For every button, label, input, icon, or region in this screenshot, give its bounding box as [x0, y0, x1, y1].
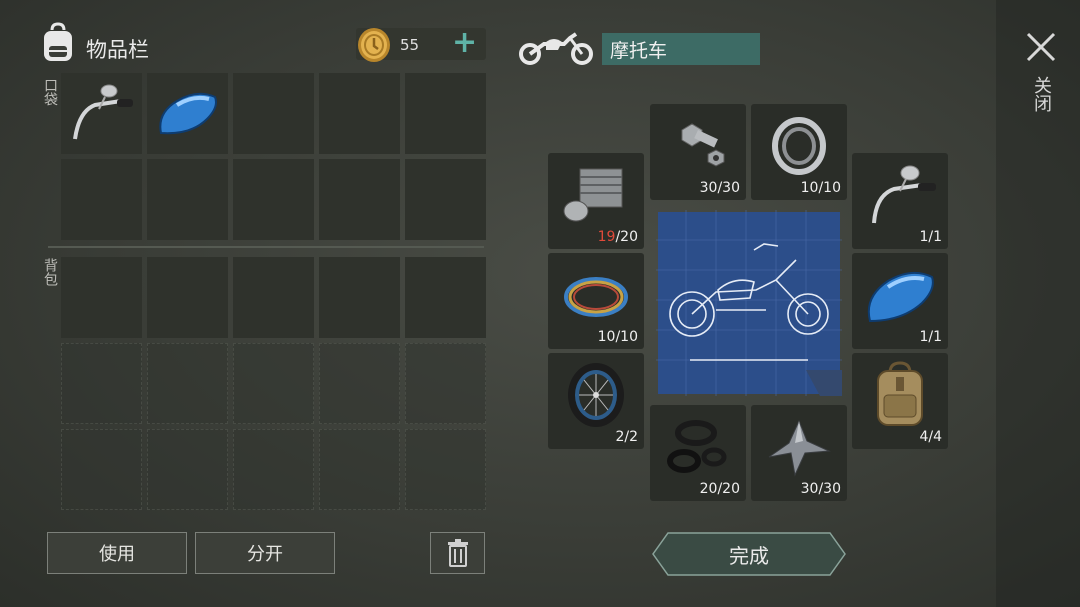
- part-need: 20: [722, 481, 740, 497]
- backpack-slot[interactable]: [147, 257, 228, 338]
- part-need: 20: [620, 229, 638, 245]
- done-label: 完成: [729, 543, 769, 568]
- locked-slot: [319, 429, 400, 510]
- locked-slot: [319, 343, 400, 424]
- backpack-label: 背包: [42, 258, 58, 286]
- vehicle-name-field[interactable]: [602, 33, 760, 65]
- locked-slot: [147, 429, 228, 510]
- part-slot-wheel[interactable]: 2/2: [548, 353, 644, 449]
- divider: [48, 246, 484, 248]
- handlebar-icon: [872, 165, 936, 224]
- use-button[interactable]: 使用: [47, 532, 187, 574]
- pocket-slot[interactable]: [233, 159, 314, 240]
- close-label[interactable]: 关闭: [1028, 76, 1054, 112]
- part-have: 20: [699, 481, 718, 497]
- locked-slot: [61, 343, 142, 424]
- part-need: 1: [933, 229, 942, 245]
- part-have: 2: [615, 429, 625, 445]
- part-slot-fuel-tank[interactable]: 1/1: [852, 253, 948, 349]
- part-need: 2: [629, 429, 638, 445]
- backpack-slot[interactable]: [61, 257, 142, 338]
- pocket-slot[interactable]: [319, 159, 400, 240]
- part-have: 19: [597, 229, 616, 245]
- wheel-icon: [568, 363, 624, 427]
- bearing-icon: [772, 117, 826, 175]
- part-have: 4: [919, 429, 929, 445]
- part-have: 30: [800, 481, 819, 497]
- locked-slot: [233, 429, 314, 510]
- backpack-slot[interactable]: [233, 257, 314, 338]
- motorcycle-icon: [519, 32, 593, 65]
- part-need: 30: [722, 180, 740, 196]
- fuel-tank-icon: [159, 92, 217, 135]
- add-coins-button[interactable]: +: [452, 28, 477, 58]
- pocket-slot[interactable]: [147, 73, 228, 154]
- backpack-slot[interactable]: [405, 257, 486, 338]
- fuel-tank-icon: [867, 271, 934, 323]
- wire-icon: [564, 277, 628, 317]
- locked-slot: [147, 343, 228, 424]
- coin-icon: [358, 28, 390, 62]
- coin-count: 55: [400, 36, 420, 54]
- pocket-slot[interactable]: [405, 159, 486, 240]
- part-have: 1: [919, 329, 929, 345]
- part-slot-metal-scrap[interactable]: 30/30: [751, 405, 847, 501]
- trash-icon: [447, 539, 468, 567]
- pocket-slot[interactable]: [61, 73, 142, 154]
- done-button-label-wrap[interactable]: 完成: [652, 532, 846, 576]
- split-button[interactable]: 分开: [195, 532, 335, 574]
- part-slot-engine[interactable]: 19/20: [548, 153, 644, 249]
- close-icon[interactable]: [1024, 30, 1058, 64]
- engine-icon: [563, 168, 623, 222]
- part-have: 1: [919, 229, 929, 245]
- part-slot-wires[interactable]: 10/10: [548, 253, 644, 349]
- pocket-slot[interactable]: [147, 159, 228, 240]
- part-need: 30: [823, 481, 841, 497]
- part-have: 10: [800, 180, 819, 196]
- backpack-slot[interactable]: [319, 257, 400, 338]
- metal-scrap-icon: [768, 419, 831, 477]
- motorcycle-blueprint: [656, 210, 842, 396]
- part-need: 4: [933, 429, 942, 445]
- backpack-icon: [877, 361, 923, 426]
- pocket-slot[interactable]: [61, 159, 142, 240]
- backpack-icon: [44, 22, 72, 61]
- inventory-title: 物品栏: [86, 38, 149, 62]
- part-have: 10: [597, 329, 616, 345]
- part-have: 30: [699, 180, 718, 196]
- trash-button[interactable]: [430, 532, 485, 574]
- part-slot-bolts[interactable]: 30/30: [650, 104, 746, 200]
- pocket-slot[interactable]: [405, 73, 486, 154]
- part-slot-bearing[interactable]: 10/10: [751, 104, 847, 200]
- part-need: 1: [933, 329, 942, 345]
- locked-slot: [405, 429, 486, 510]
- pocket-slot[interactable]: [233, 73, 314, 154]
- locked-slot: [405, 343, 486, 424]
- part-slot-gaskets[interactable]: 20/20: [650, 405, 746, 501]
- part-slot-handlebar[interactable]: 1/1: [852, 153, 948, 249]
- locked-slot: [233, 343, 314, 424]
- handlebar-icon: [73, 84, 133, 140]
- part-slot-backpack[interactable]: 4/4: [852, 353, 948, 449]
- bolt-icon: [681, 123, 725, 167]
- part-need: 10: [620, 329, 638, 345]
- part-need: 10: [823, 180, 841, 196]
- gasket-icon: [667, 420, 727, 473]
- pocket-label: 口袋: [42, 78, 58, 106]
- pocket-slot[interactable]: [319, 73, 400, 154]
- locked-slot: [61, 429, 142, 510]
